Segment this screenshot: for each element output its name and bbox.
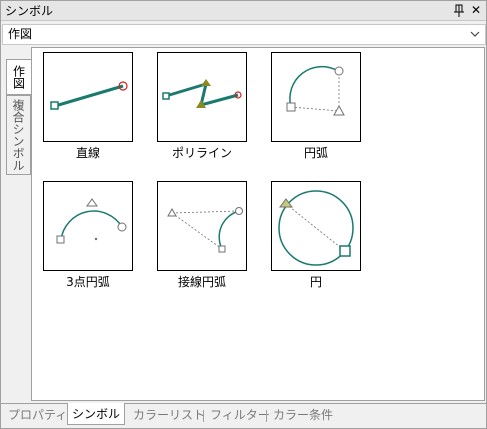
symbol-tile-tangent-arc[interactable] [157,181,247,271]
circle-icon [278,190,354,266]
tab-separator [203,410,204,422]
chevron-down-icon [469,28,481,40]
symbol-tile-polyline[interactable] [157,52,247,142]
polyline-icon [162,79,242,108]
tab-color-conditions[interactable]: カラー条件 [269,406,337,426]
tab-color-list[interactable]: カラーリスト [129,406,209,426]
tab-filter[interactable]: フィルター [206,406,274,426]
symbol-label: 3点円弧 [66,275,110,289]
line-icon [50,81,128,110]
symbol-tile-three-point-arc[interactable] [43,181,133,271]
symbol-label: ポリライン [171,146,232,160]
symbol-tile-circle[interactable] [271,181,361,271]
symbol-label: 接線円弧 [177,275,226,289]
panel-title: シンボル [5,4,54,18]
tab-separator [266,410,267,422]
tangent-arc-icon [167,207,243,253]
symbol-label: 直線 [75,146,100,160]
symbol-label: 円弧 [303,146,328,160]
symbol-tile-arc[interactable] [271,52,361,142]
bottom-tabs: プロパティ シンボル カラーリスト フィルター カラー条件 [1,403,486,427]
close-icon[interactable]: ✕ [469,3,483,17]
arc-icon [286,65,345,116]
tab-symbols[interactable]: シンボル [67,403,126,425]
tab-draw[interactable]: 作図 [6,59,31,95]
pin-icon[interactable] [453,4,465,18]
symbol-panel: シンボル ✕ 作図 作図 複合シンボル 直線 ポリライン 円弧 3点円弧 接線円… [0,0,487,429]
three-point-arc-icon [56,198,127,244]
tab-composite-symbols[interactable]: 複合シンボル [6,95,31,175]
symbol-tile-line[interactable] [43,52,133,142]
tab-properties[interactable]: プロパティ [4,406,71,426]
symbol-gallery: 直線 ポリライン 円弧 3点円弧 接線円弧 円 [31,47,485,401]
panel-titlebar: シンボル ✕ [1,1,486,21]
category-select[interactable]: 作図 [2,24,486,45]
category-select-value: 作図 [8,27,33,41]
symbol-label: 円 [309,275,322,289]
